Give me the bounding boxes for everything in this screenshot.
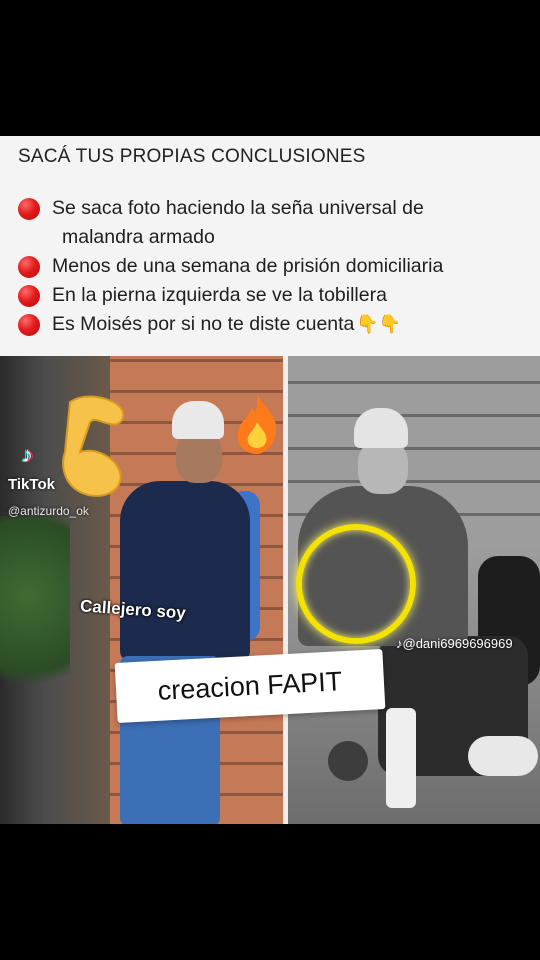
fire-icon bbox=[237, 394, 277, 454]
bullet-item: Es Moisés por si no te diste cuenta 👇👇 bbox=[18, 310, 533, 339]
pointing-down-icon: 👇👇 bbox=[356, 314, 402, 334]
cap bbox=[354, 408, 408, 448]
right-photo bbox=[288, 356, 540, 824]
jacket bbox=[120, 481, 250, 661]
face bbox=[358, 440, 408, 494]
tiktok-logo-icon: ♪ bbox=[22, 442, 33, 467]
bullet-text: En la pierna izquierda se ve la tobiller… bbox=[52, 284, 387, 306]
meme-title: SACÁ TUS PROPIAS CONCLUSIONES bbox=[18, 146, 366, 167]
tiktok-watermark: ♪@dani6969696969 bbox=[396, 636, 513, 651]
bullet-item: Menos de una semana de prisión domicilia… bbox=[18, 252, 533, 281]
bullet-item: En la pierna izquierda se ve la tobiller… bbox=[18, 281, 533, 310]
tiktok-brand: TikTok bbox=[8, 476, 55, 493]
bullet-list: Se saca foto haciendo la seña universal … bbox=[18, 194, 533, 339]
watermark-username: @dani6969696969 bbox=[402, 636, 513, 651]
bullet-text: Menos de una semana de prisión domicilia… bbox=[52, 255, 444, 277]
bottom-bar bbox=[0, 824, 540, 960]
red-circle-icon bbox=[18, 256, 40, 278]
red-circle-icon bbox=[18, 285, 40, 307]
plants bbox=[0, 516, 70, 716]
tiktok-username: @antizurdo_ok bbox=[8, 504, 89, 518]
shoe bbox=[468, 736, 538, 776]
bullet-item: Se saca foto haciendo la seña universal … bbox=[18, 194, 533, 252]
bullet-text: Es Moisés por si no te diste cuenta bbox=[52, 313, 355, 335]
red-circle-icon bbox=[18, 314, 40, 336]
mate-cup bbox=[328, 741, 368, 781]
thermos-bottle bbox=[386, 708, 416, 808]
red-circle-icon bbox=[18, 198, 40, 220]
highlight-circle bbox=[296, 524, 416, 644]
bullet-text: Se saca foto haciendo la seña universal … bbox=[52, 197, 424, 219]
bullet-text-continued: malandra armado bbox=[62, 226, 215, 248]
cap bbox=[172, 401, 224, 439]
